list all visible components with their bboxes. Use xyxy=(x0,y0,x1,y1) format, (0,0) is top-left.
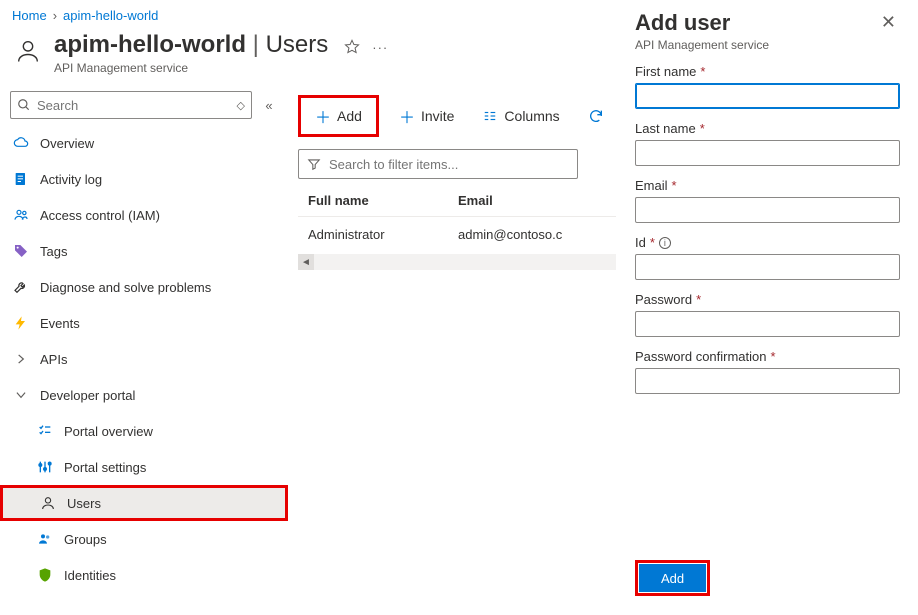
user-icon xyxy=(12,35,44,67)
more-icon[interactable]: ··· xyxy=(372,40,388,55)
group-icon xyxy=(36,530,54,548)
sidebar-item-label: Diagnose and solve problems xyxy=(40,280,211,295)
sort-icon[interactable]: ◇ xyxy=(237,99,245,112)
user-icon xyxy=(39,494,57,512)
info-icon[interactable]: i xyxy=(659,237,671,249)
page-title-section: Users xyxy=(266,31,329,58)
close-icon[interactable]: ✕ xyxy=(877,10,900,35)
sidebar-item-label: Activity log xyxy=(40,172,102,187)
password-label: Password* xyxy=(635,292,900,307)
submit-button[interactable]: Add xyxy=(639,564,706,592)
bolt-icon xyxy=(12,314,30,332)
add-label: Add xyxy=(337,108,362,124)
col-fullname[interactable]: Full name xyxy=(308,193,458,208)
wrench-icon xyxy=(12,278,30,296)
id-label: Id*i xyxy=(635,235,900,250)
page-title-resource: apim-hello-world xyxy=(54,31,246,58)
sidebar-item-label: Identities xyxy=(64,568,116,583)
favorite-icon[interactable] xyxy=(344,39,360,55)
sidebar-item-label: Access control (IAM) xyxy=(40,208,160,223)
panel-subtitle: API Management service xyxy=(635,38,900,52)
filter-icon xyxy=(307,157,321,171)
collapse-sidebar-icon[interactable]: « xyxy=(260,98,278,113)
sidebar-item-label: Portal settings xyxy=(64,460,146,475)
add-user-panel: Add user ✕ API Management service First … xyxy=(616,0,918,610)
sliders-icon xyxy=(36,458,54,476)
sidebar-item-portal-settings[interactable]: Portal settings xyxy=(0,449,288,485)
sidebar-item-label: Users xyxy=(67,496,101,511)
breadcrumb-item[interactable]: apim-hello-world xyxy=(63,8,158,23)
tag-icon xyxy=(12,242,30,260)
cloud-icon xyxy=(12,134,30,152)
cell-fullname: Administrator xyxy=(308,227,458,242)
shield-icon xyxy=(36,566,54,584)
password-confirm-input[interactable] xyxy=(635,368,900,394)
sidebar-item-activity-log[interactable]: Activity log xyxy=(0,161,288,197)
sidebar-item-label: APIs xyxy=(40,352,67,367)
sidebar: ◇ « Overview Activity log Access control… xyxy=(0,85,288,615)
sidebar-item-label: Overview xyxy=(40,136,94,151)
sidebar-item-users[interactable]: Users xyxy=(0,485,288,521)
sidebar-search[interactable]: ◇ xyxy=(10,91,252,119)
password-input[interactable] xyxy=(635,311,900,337)
last-name-input[interactable] xyxy=(635,140,900,166)
sidebar-search-input[interactable] xyxy=(37,98,231,113)
people-icon xyxy=(12,206,30,224)
first-name-input[interactable] xyxy=(635,83,900,109)
add-button[interactable]: ＋ Add xyxy=(298,95,379,137)
sidebar-item-groups[interactable]: Groups xyxy=(0,521,288,557)
sidebar-item-label: Groups xyxy=(64,532,107,547)
columns-icon xyxy=(482,109,498,123)
sidebar-item-label: Tags xyxy=(40,244,67,259)
sidebar-item-portal-overview[interactable]: Portal overview xyxy=(0,413,288,449)
sidebar-item-apis[interactable]: APIs xyxy=(0,341,288,377)
email-label: Email* xyxy=(635,178,900,193)
breadcrumb-home[interactable]: Home xyxy=(12,8,47,23)
page-title: apim-hello-world | Users xyxy=(54,31,328,59)
search-icon xyxy=(17,98,31,112)
log-icon xyxy=(12,170,30,188)
filter-box[interactable] xyxy=(298,149,578,179)
scroll-left-icon[interactable]: ◄ xyxy=(298,254,314,270)
first-name-label: First name* xyxy=(635,64,900,79)
sidebar-item-label: Events xyxy=(40,316,80,331)
chevron-down-icon xyxy=(12,386,30,404)
refresh-icon xyxy=(588,108,604,124)
last-name-label: Last name* xyxy=(635,121,900,136)
sidebar-item-overview[interactable]: Overview xyxy=(0,125,288,161)
sidebar-item-developer-portal[interactable]: Developer portal xyxy=(0,377,288,413)
checklist-icon xyxy=(36,422,54,440)
page-subtitle: API Management service xyxy=(54,61,328,75)
sidebar-item-label: Developer portal xyxy=(40,388,135,403)
sidebar-item-diagnose[interactable]: Diagnose and solve problems xyxy=(0,269,288,305)
filter-input[interactable] xyxy=(329,157,569,172)
columns-button[interactable]: Columns xyxy=(474,104,567,128)
sidebar-item-identities[interactable]: Identities xyxy=(0,557,288,593)
refresh-button[interactable] xyxy=(580,104,612,128)
sidebar-item-tags[interactable]: Tags xyxy=(0,233,288,269)
id-input[interactable] xyxy=(635,254,900,280)
invite-label: Invite xyxy=(421,108,454,124)
email-input[interactable] xyxy=(635,197,900,223)
panel-title: Add user xyxy=(635,10,730,36)
submit-highlight: Add xyxy=(635,560,710,596)
invite-button[interactable]: ＋ Invite xyxy=(391,100,462,132)
breadcrumb-separator: › xyxy=(53,8,57,23)
sidebar-item-iam[interactable]: Access control (IAM) xyxy=(0,197,288,233)
sidebar-item-label: Portal overview xyxy=(64,424,153,439)
chevron-right-icon xyxy=(12,350,30,368)
password-confirm-label: Password confirmation* xyxy=(635,349,900,364)
plus-icon: ＋ xyxy=(399,104,415,128)
columns-label: Columns xyxy=(504,108,559,124)
plus-icon: ＋ xyxy=(315,104,331,128)
sidebar-item-events[interactable]: Events xyxy=(0,305,288,341)
